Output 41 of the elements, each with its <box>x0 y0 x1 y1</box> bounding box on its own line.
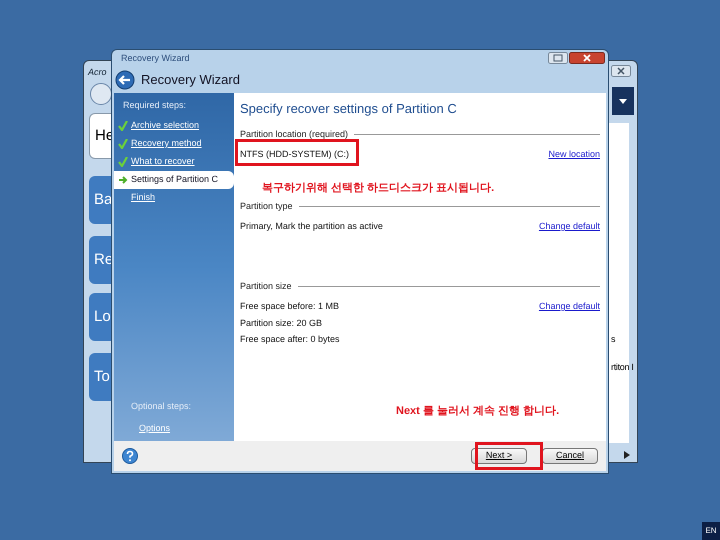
sidebar-tile[interactable]: Ba <box>89 176 111 224</box>
close-icon[interactable] <box>569 52 605 64</box>
setting-text: Primary, Mark the partition as active <box>240 220 383 233</box>
wizard-button[interactable]: Next > <box>471 448 527 464</box>
wizard-step[interactable]: Settings of Partition C <box>114 170 234 188</box>
panel-text: rtiton I <box>611 361 634 374</box>
wizard-step[interactable]: Finish <box>114 188 234 206</box>
setting-text: Free space before: 1 MB <box>240 300 340 313</box>
sidebar-heading: Required steps: <box>122 99 188 112</box>
sidebar-tile[interactable]: Lo <box>89 293 111 341</box>
arrow-icon <box>118 174 128 184</box>
wizard-button[interactable]: Cancel <box>542 448 598 464</box>
wizard-step[interactable]: Recovery method <box>114 134 234 152</box>
section-heading: Partition size <box>240 280 292 292</box>
window-title: Recovery Wizard <box>121 52 190 65</box>
annotation-text: Next 를 눌러서 계속 진행 합니다. <box>396 404 560 419</box>
help-icon[interactable] <box>122 448 138 464</box>
highlight-frame <box>475 442 543 470</box>
scroll-arrow-icon[interactable] <box>624 451 630 459</box>
section-heading: Partition type <box>240 200 293 213</box>
page-title: Specify recover settings of Partition C <box>240 100 458 118</box>
dropdown-button[interactable] <box>612 87 634 115</box>
wizard-step[interactable]: Archive selection <box>114 116 234 134</box>
setting-text: NTFS (HDD-SYSTEM) (C:) <box>240 148 349 161</box>
wizard-step[interactable]: What to recover <box>114 152 234 170</box>
wizard-header: Recovery Wizard <box>141 71 240 90</box>
setting-text: Free space after: 0 bytes <box>240 333 340 346</box>
setting-text: Partition size: 20 GB <box>240 316 324 330</box>
language-indicator[interactable]: EN <box>702 522 720 540</box>
dropdown-arrow-icon <box>619 98 627 104</box>
maximize-icon[interactable] <box>548 52 568 64</box>
window-title: Acro <box>88 66 107 79</box>
change-link[interactable]: Change default <box>538 300 600 314</box>
section-heading: Partition location (required) <box>240 128 348 141</box>
sidebar-tile[interactable]: To <box>89 353 111 401</box>
annotation-text: 복구하기위해 선택한 하드디스크가 표시됩니다. <box>262 181 494 196</box>
close-icon[interactable] <box>611 65 631 77</box>
change-link[interactable]: Change default <box>538 220 600 234</box>
change-link[interactable]: New location <box>548 148 600 162</box>
panel-text: s <box>611 333 616 346</box>
sidebar-heading: Optional steps: <box>130 400 192 413</box>
